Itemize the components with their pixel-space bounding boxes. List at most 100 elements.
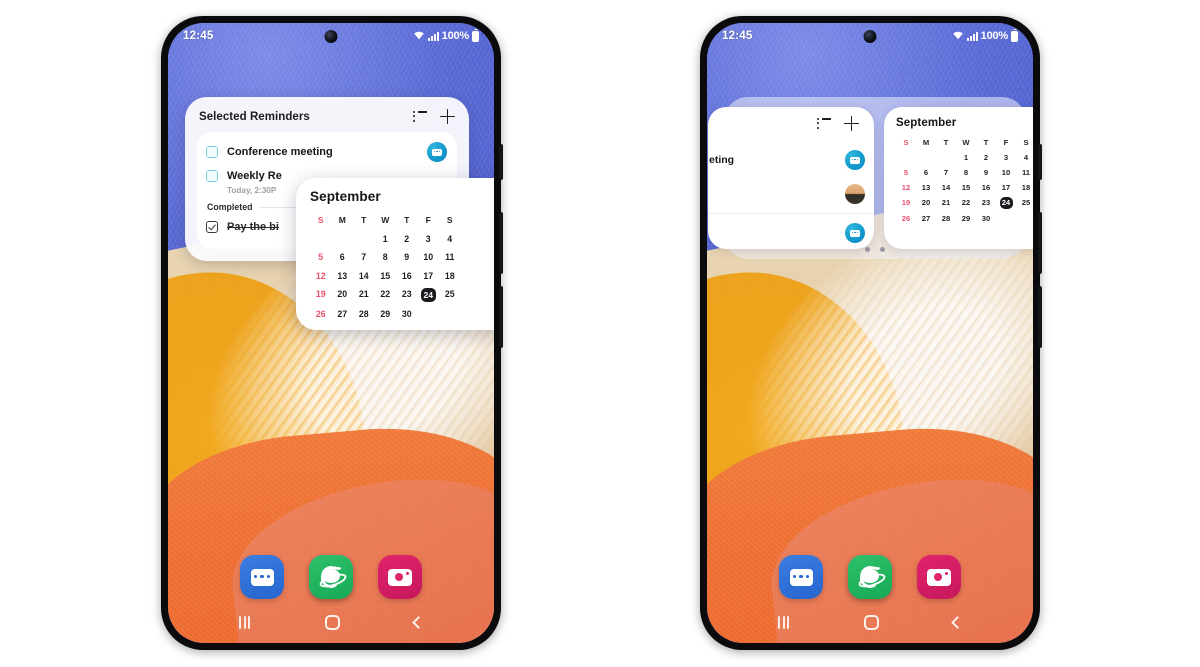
- calendar-day-cell[interactable]: 5: [896, 167, 916, 178]
- calendar-day-cell[interactable]: 20: [916, 197, 936, 209]
- calendar-day-cell[interactable]: 10: [418, 251, 440, 264]
- recents-button[interactable]: [778, 615, 790, 629]
- avatar[interactable]: [845, 184, 865, 204]
- calendar-day-cell[interactable]: 16: [976, 182, 996, 193]
- chat-bubble-icon[interactable]: [427, 142, 447, 162]
- add-reminder-icon[interactable]: [440, 109, 455, 124]
- calendar-day-cell[interactable]: 14: [936, 182, 956, 193]
- calendar-grid[interactable]: SMTWTFS...123456789101112131415161718192…: [310, 214, 494, 321]
- calendar-day-cell[interactable]: 29: [956, 213, 976, 224]
- recents-button[interactable]: [239, 615, 251, 629]
- calendar-day-cell[interactable]: 24: [996, 197, 1016, 209]
- side-button-a[interactable]: [1038, 144, 1042, 180]
- calendar-day-cell[interactable]: 3: [418, 233, 440, 246]
- calendar-grid[interactable]: SMTWTFS...123456789101112131415161718192…: [896, 137, 1033, 224]
- calendar-day-cell[interactable]: 28: [353, 308, 375, 321]
- calendar-day-cell[interactable]: 1: [375, 233, 397, 246]
- calendar-day-cell[interactable]: 4: [439, 233, 461, 246]
- calendar-day-cell[interactable]: 20: [332, 288, 354, 302]
- calendar-day-cell[interactable]: 18: [1016, 182, 1033, 193]
- calendar-day-cell[interactable]: 21: [353, 288, 375, 302]
- calendar-day-cell[interactable]: 28: [936, 213, 956, 224]
- page-indicator[interactable]: [724, 247, 1026, 252]
- calendar-day-cell[interactable]: 23: [396, 288, 418, 302]
- calendar-day-cell[interactable]: 1: [956, 152, 976, 163]
- calendar-day-cell[interactable]: 25: [1016, 197, 1033, 209]
- page-dot[interactable]: [865, 247, 870, 252]
- calendar-day-cell[interactable]: 26: [896, 213, 916, 224]
- calendar-day-cell[interactable]: 12: [896, 182, 916, 193]
- calendar-day-cell[interactable]: 22: [956, 197, 976, 209]
- calendar-day-cell[interactable]: 30: [396, 308, 418, 321]
- chat-bubble-icon[interactable]: [845, 223, 865, 243]
- calendar-day-cell[interactable]: 11: [439, 251, 461, 264]
- volume-down-button[interactable]: [1038, 286, 1042, 348]
- calendar-today-cell[interactable]: 24: [420, 288, 436, 302]
- calendar-day-cell[interactable]: 16: [396, 270, 418, 283]
- home-button[interactable]: [324, 614, 340, 630]
- calendar-day-cell[interactable]: 2: [976, 152, 996, 163]
- calendar-day-cell[interactable]: 19: [896, 197, 916, 209]
- reminder-item[interactable]: eting: [709, 143, 865, 177]
- widget-stack-container[interactable]: eting September S M T W T F S 1 2 3 4 5 …: [708, 97, 1033, 259]
- add-reminder-icon[interactable]: [844, 116, 859, 131]
- list-view-icon[interactable]: [413, 111, 427, 122]
- calendar-day-cell[interactable]: 3: [996, 152, 1016, 163]
- chat-bubble-icon[interactable]: [845, 150, 865, 170]
- calendar-today-cell[interactable]: 24: [999, 197, 1013, 209]
- calendar-day-cell[interactable]: 29: [375, 308, 397, 321]
- calendar-day-cell[interactable]: 22: [375, 288, 397, 302]
- calendar-day-cell[interactable]: 30: [976, 213, 996, 224]
- calendar-day-cell[interactable]: 9: [976, 167, 996, 178]
- calendar-day-cell[interactable]: 7: [353, 251, 375, 264]
- reminder-checkbox[interactable]: [206, 170, 218, 182]
- calendar-day-cell[interactable]: 9: [396, 251, 418, 264]
- calendar-day-cell[interactable]: 17: [418, 270, 440, 283]
- volume-up-button[interactable]: [499, 212, 503, 274]
- reminder-item[interactable]: Conference meeting: [206, 139, 448, 165]
- back-button[interactable]: [950, 615, 964, 629]
- calendar-day-cell[interactable]: 25: [439, 288, 461, 302]
- calendar-day-cell[interactable]: 6: [332, 251, 354, 264]
- calendar-day-cell[interactable]: 8: [375, 251, 397, 264]
- calendar-day-cell[interactable]: 26: [310, 308, 332, 321]
- home-button[interactable]: [863, 614, 879, 630]
- calendar-day-cell[interactable]: 4: [1016, 152, 1033, 163]
- calendar-day-cell[interactable]: 8: [956, 167, 976, 178]
- calendar-day-cell[interactable]: 10: [996, 167, 1016, 178]
- page-dot[interactable]: [880, 247, 885, 252]
- messages-app-icon[interactable]: [779, 555, 823, 599]
- calendar-day-cell[interactable]: 11: [1016, 167, 1033, 178]
- calendar-day-cell[interactable]: 27: [332, 308, 354, 321]
- calendar-day-cell[interactable]: 13: [332, 270, 354, 283]
- calendar-day-cell[interactable]: 24: [418, 288, 440, 302]
- list-view-icon[interactable]: [817, 118, 831, 129]
- reminder-checkbox[interactable]: [206, 146, 218, 158]
- calendar-day-cell[interactable]: 21: [936, 197, 956, 209]
- camera-app-icon[interactable]: [917, 555, 961, 599]
- calendar-day-cell[interactable]: 6: [916, 167, 936, 178]
- reminder-item[interactable]: [719, 177, 865, 211]
- messages-app-icon[interactable]: [240, 555, 284, 599]
- calendar-day-cell[interactable]: 5: [310, 251, 332, 264]
- calendar-day-cell[interactable]: 7: [936, 167, 956, 178]
- calendar-day-cell[interactable]: 27: [916, 213, 936, 224]
- calendar-widget[interactable]: September SMTWTFS...12345678910111213141…: [296, 178, 494, 330]
- reminder-item[interactable]: [719, 216, 865, 249]
- side-button-a[interactable]: [499, 144, 503, 180]
- calendar-day-cell[interactable]: 13: [916, 182, 936, 193]
- calendar-day-cell[interactable]: 23: [976, 197, 996, 209]
- calendar-day-cell[interactable]: 15: [956, 182, 976, 193]
- reminder-checkbox-checked[interactable]: [206, 221, 218, 233]
- calendar-day-cell[interactable]: 14: [353, 270, 375, 283]
- camera-app-icon[interactable]: [378, 555, 422, 599]
- volume-up-button[interactable]: [1038, 212, 1042, 274]
- reminders-widget[interactable]: eting: [708, 107, 874, 249]
- volume-down-button[interactable]: [499, 286, 503, 348]
- back-button[interactable]: [411, 615, 425, 629]
- calendar-day-cell[interactable]: 2: [396, 233, 418, 246]
- calendar-widget[interactable]: September SMTWTFS...12345678910111213141…: [884, 107, 1033, 249]
- calendar-day-cell[interactable]: 15: [375, 270, 397, 283]
- calendar-day-cell[interactable]: 12: [310, 270, 332, 283]
- calendar-day-cell[interactable]: 17: [996, 182, 1016, 193]
